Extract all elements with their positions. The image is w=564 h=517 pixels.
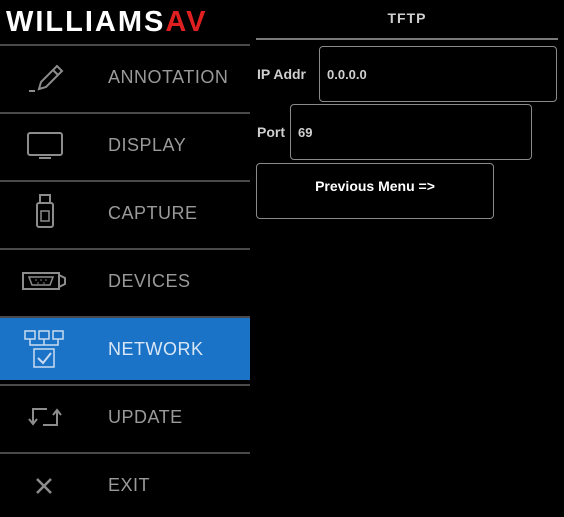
previous-menu-button[interactable]: Previous Menu =>: [256, 163, 494, 219]
panel-title-divider: [256, 38, 558, 40]
ip-address-value: 0.0.0.0: [327, 66, 367, 82]
port-field[interactable]: 69: [290, 104, 532, 160]
update-arrows-icon: [12, 385, 78, 449]
sidebar-item-annotation[interactable]: ANNOTATION: [0, 44, 250, 108]
previous-menu-label: Previous Menu =>: [315, 178, 435, 194]
sidebar-item-label: ANNOTATION: [108, 66, 229, 87]
logo-text-main: WILLIAMS: [6, 5, 166, 38]
sidebar-item-update[interactable]: UPDATE: [0, 384, 250, 448]
vga-connector-icon: [12, 249, 78, 313]
sidebar-item-capture[interactable]: CAPTURE: [0, 180, 250, 244]
sidebar-item-label: DEVICES: [108, 270, 191, 291]
port-label: Port: [257, 124, 285, 140]
sidebar-item-label: NETWORK: [108, 338, 204, 359]
sidebar-item-label: CAPTURE: [108, 202, 198, 223]
sidebar-item-label: EXIT: [108, 474, 151, 495]
ip-address-label: IP Addr: [257, 66, 307, 82]
sidebar-item-label: DISPLAY: [108, 134, 187, 155]
usb-drive-icon: [12, 181, 78, 245]
logo-text-accent: AV: [165, 5, 208, 38]
pencil-icon: [12, 45, 78, 109]
williams-av-logo: WILLIAMS AV: [0, 0, 256, 44]
sidebar-item-exit[interactable]: EXIT: [0, 452, 250, 516]
sidebar-item-devices[interactable]: DEVICES: [0, 248, 250, 312]
panel-title: TFTP: [387, 10, 427, 26]
sidebar-item-network[interactable]: NETWORK: [0, 316, 250, 380]
close-icon: [12, 453, 78, 517]
ip-address-field[interactable]: 0.0.0.0: [319, 46, 557, 102]
sidebar-item-label: UPDATE: [108, 406, 183, 427]
sidebar-item-display[interactable]: DISPLAY: [0, 112, 250, 176]
network-icon: [12, 317, 78, 381]
monitor-icon: [12, 113, 78, 177]
port-value: 69: [298, 124, 313, 140]
